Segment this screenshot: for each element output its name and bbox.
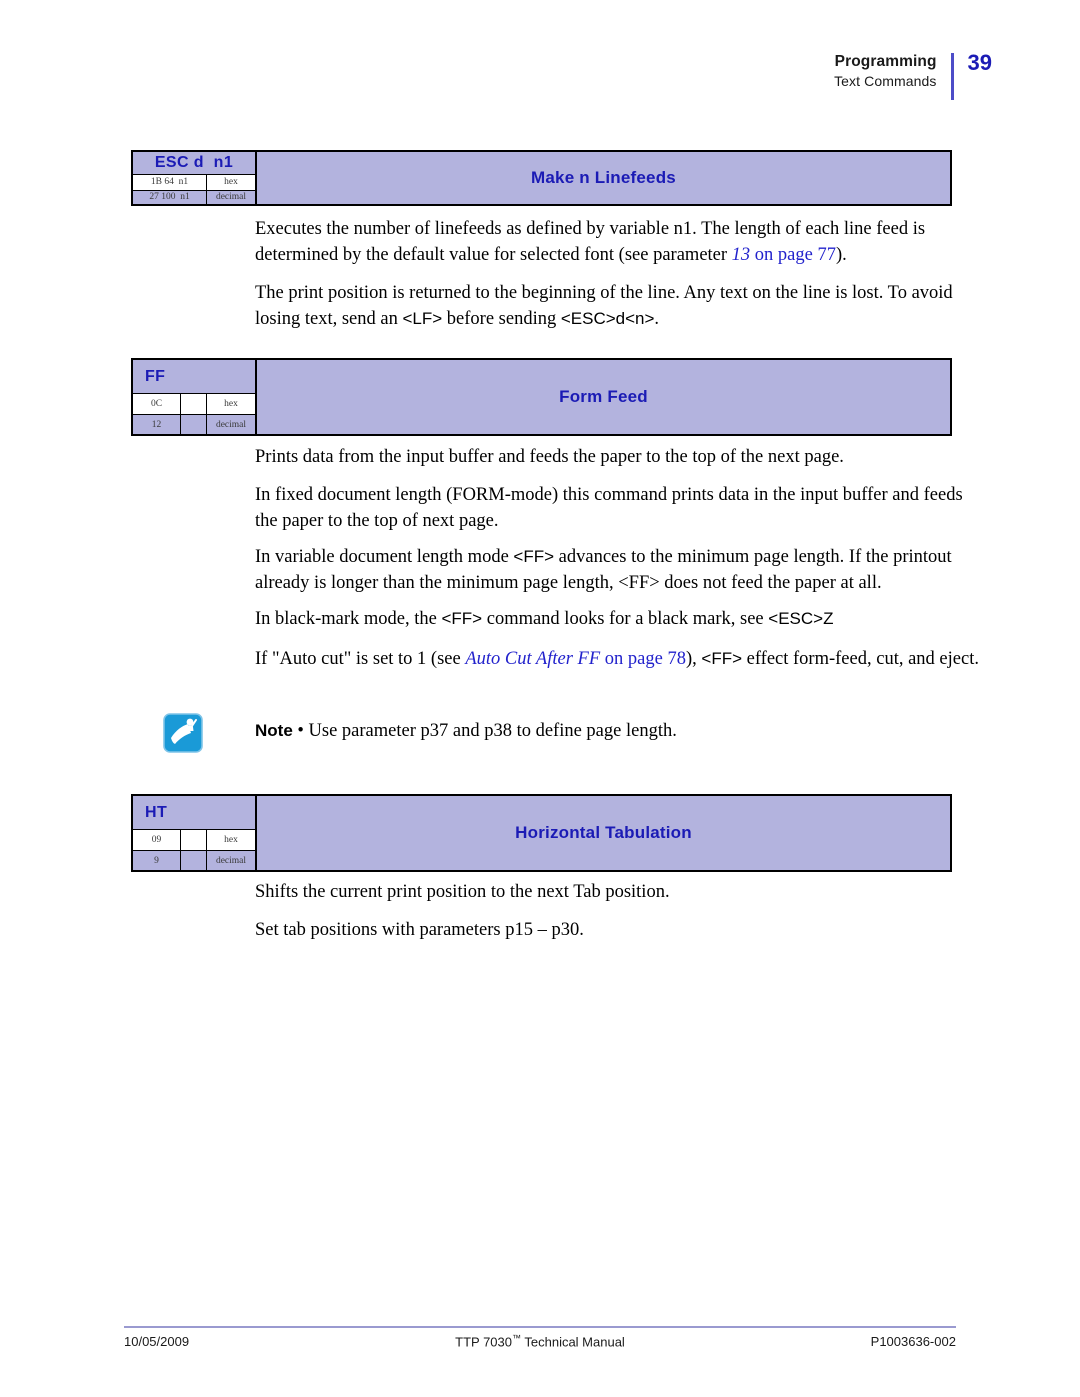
footer-manual-prefix: TTP 7030 xyxy=(455,1334,512,1350)
command-decimal-spacer xyxy=(181,851,207,870)
command-hex-row: 09 hex xyxy=(133,830,255,850)
command-hex-spacer xyxy=(181,394,207,414)
command-decimal-bytes: 27 100 n1 xyxy=(133,190,207,204)
command-hex-bytes: 09 xyxy=(133,830,181,850)
paragraph-text-part: In black-mark mode, the xyxy=(255,609,442,629)
command-decimal-row: 12 decimal xyxy=(133,414,255,434)
control-code-ff: <FF> xyxy=(441,609,483,628)
page-number: 39 xyxy=(967,50,992,75)
command-hex-spacer xyxy=(181,830,207,850)
note-bullet: • xyxy=(297,721,304,741)
command-box-ff: FF 0C hex 12 decimal Form Feed xyxy=(131,358,952,436)
control-code-lf: <LF> xyxy=(402,309,443,328)
paragraph-variable-document-length: In variable document length mode <FF> ad… xyxy=(255,544,985,596)
paragraph-ff-prints-data: Prints data from the input buffer and fe… xyxy=(255,447,844,467)
command-code-table-ff: FF 0C hex 12 decimal xyxy=(133,360,257,434)
command-name: FF xyxy=(145,367,166,385)
command-decimal-bytes: 9 xyxy=(133,851,181,870)
cross-reference-page-77[interactable]: on page 77 xyxy=(750,245,836,265)
note-body: Use parameter p37 and p38 to define page… xyxy=(308,721,677,741)
command-hex-label: hex xyxy=(224,835,238,845)
command-hex-label: hex xyxy=(224,399,238,409)
paragraph-ht-shifts-position: Shifts the current print position to the… xyxy=(255,882,670,902)
note-icon xyxy=(163,713,203,753)
paragraph-text-part: In variable document length mode xyxy=(255,547,514,567)
command-code-table-esc-d-n1: ESC d n1 1B 64 n1 hex 27 100 n1 decimal xyxy=(133,152,257,204)
cross-reference-parameter-13[interactable]: 13 xyxy=(732,245,751,265)
command-decimal-bytes: 12 xyxy=(133,415,181,434)
command-name: HT xyxy=(145,803,168,821)
command-decimal-label: decimal xyxy=(215,419,247,430)
control-code-ff: <FF> xyxy=(513,547,555,566)
page-footer: 10/05/2009 TTP 7030™ Technical Manual P1… xyxy=(124,1333,956,1349)
command-decimal-row: 27 100 n1 decimal xyxy=(133,189,255,204)
command-name: ESC d n1 xyxy=(154,154,234,172)
note-label: Note xyxy=(255,721,293,740)
command-title-area: Form Feed xyxy=(257,360,950,434)
control-code-ff: <FF> xyxy=(701,649,743,668)
command-title: Form Feed xyxy=(559,387,648,406)
command-box-ht: HT 09 hex 9 decimal Horizontal Tabulatio… xyxy=(131,794,952,872)
command-name-row: ESC d n1 xyxy=(133,152,255,176)
paragraph-text-part: effect form-feed, cut, and eject. xyxy=(742,649,979,669)
command-title-area: Horizontal Tabulation xyxy=(257,796,950,870)
footer-part-number: P1003636-002 xyxy=(870,1334,956,1350)
header-text-block: Programming Text Commands xyxy=(834,52,950,91)
command-hex-label: hex xyxy=(224,177,238,188)
paragraph-black-mark-mode: In black-mark mode, the <FF> command loo… xyxy=(255,606,985,632)
command-name-row: HT xyxy=(133,796,255,830)
command-decimal-row: 9 decimal xyxy=(133,850,255,870)
command-decimal-label: decimal xyxy=(215,855,247,866)
command-title: Make n Linefeeds xyxy=(531,168,676,187)
paragraph-esc-d-description: Executes the number of linefeeds as defi… xyxy=(255,216,985,268)
command-code-table-ht: HT 09 hex 9 decimal xyxy=(133,796,257,870)
paragraph-text-part: command looks for a black mark, see xyxy=(482,609,769,629)
command-decimal-label: decimal xyxy=(215,192,247,203)
command-hex-row: 0C hex xyxy=(133,394,255,414)
paragraph-auto-cut: If "Auto cut" is set to 1 (see Auto Cut … xyxy=(255,646,985,672)
paragraph-text-part: before sending xyxy=(442,309,561,329)
paragraph-print-position: The print position is returned to the be… xyxy=(255,280,985,332)
command-hex-bytes: 0C xyxy=(133,394,181,414)
command-hex-bytes: 1B 64 n1 xyxy=(133,175,207,190)
footer-manual-suffix: Technical Manual xyxy=(521,1334,625,1350)
footer-manual-title: TTP 7030™ Technical Manual xyxy=(399,1333,682,1349)
command-hex-row: 1B 64 n1 hex xyxy=(133,175,255,190)
paragraph-ht-tab-parameters: Set tab positions with parameters p15 – … xyxy=(255,920,584,940)
paragraph-text-part: ). xyxy=(835,245,847,265)
paragraph-text-part: If "Auto cut" is set to 1 (see xyxy=(255,649,466,669)
control-code-esc-d-n: <ESC>d<n> xyxy=(560,309,655,328)
paragraph-text-part: . xyxy=(654,309,660,329)
paragraph-text-part: ), xyxy=(685,649,702,669)
command-name-row: FF xyxy=(133,360,255,394)
control-code-esc-z: <ESC>Z xyxy=(768,609,834,628)
footer-divider-rule xyxy=(124,1326,956,1328)
command-decimal-spacer xyxy=(181,415,207,434)
footer-date: 10/05/2009 xyxy=(124,1334,190,1350)
header-section: Text Commands xyxy=(834,73,937,90)
header-chapter: Programming xyxy=(834,53,937,70)
command-title: Horizontal Tabulation xyxy=(515,823,692,842)
note-text: Note • Use parameter p37 and p38 to defi… xyxy=(255,718,955,744)
command-box-esc-d-n1: ESC d n1 1B 64 n1 hex 27 100 n1 decimal … xyxy=(131,150,952,206)
paragraph-fixed-document-length: In fixed document length (FORM-mode) thi… xyxy=(255,485,963,531)
cross-reference-auto-cut-after-ff[interactable]: Auto Cut After FF xyxy=(465,649,600,669)
trademark-icon: ™ xyxy=(512,1333,521,1343)
cross-reference-page-78[interactable]: on page 78 xyxy=(600,649,686,669)
page-header: Programming Text Commands 39 xyxy=(834,50,992,100)
command-title-area: Make n Linefeeds xyxy=(257,152,950,204)
